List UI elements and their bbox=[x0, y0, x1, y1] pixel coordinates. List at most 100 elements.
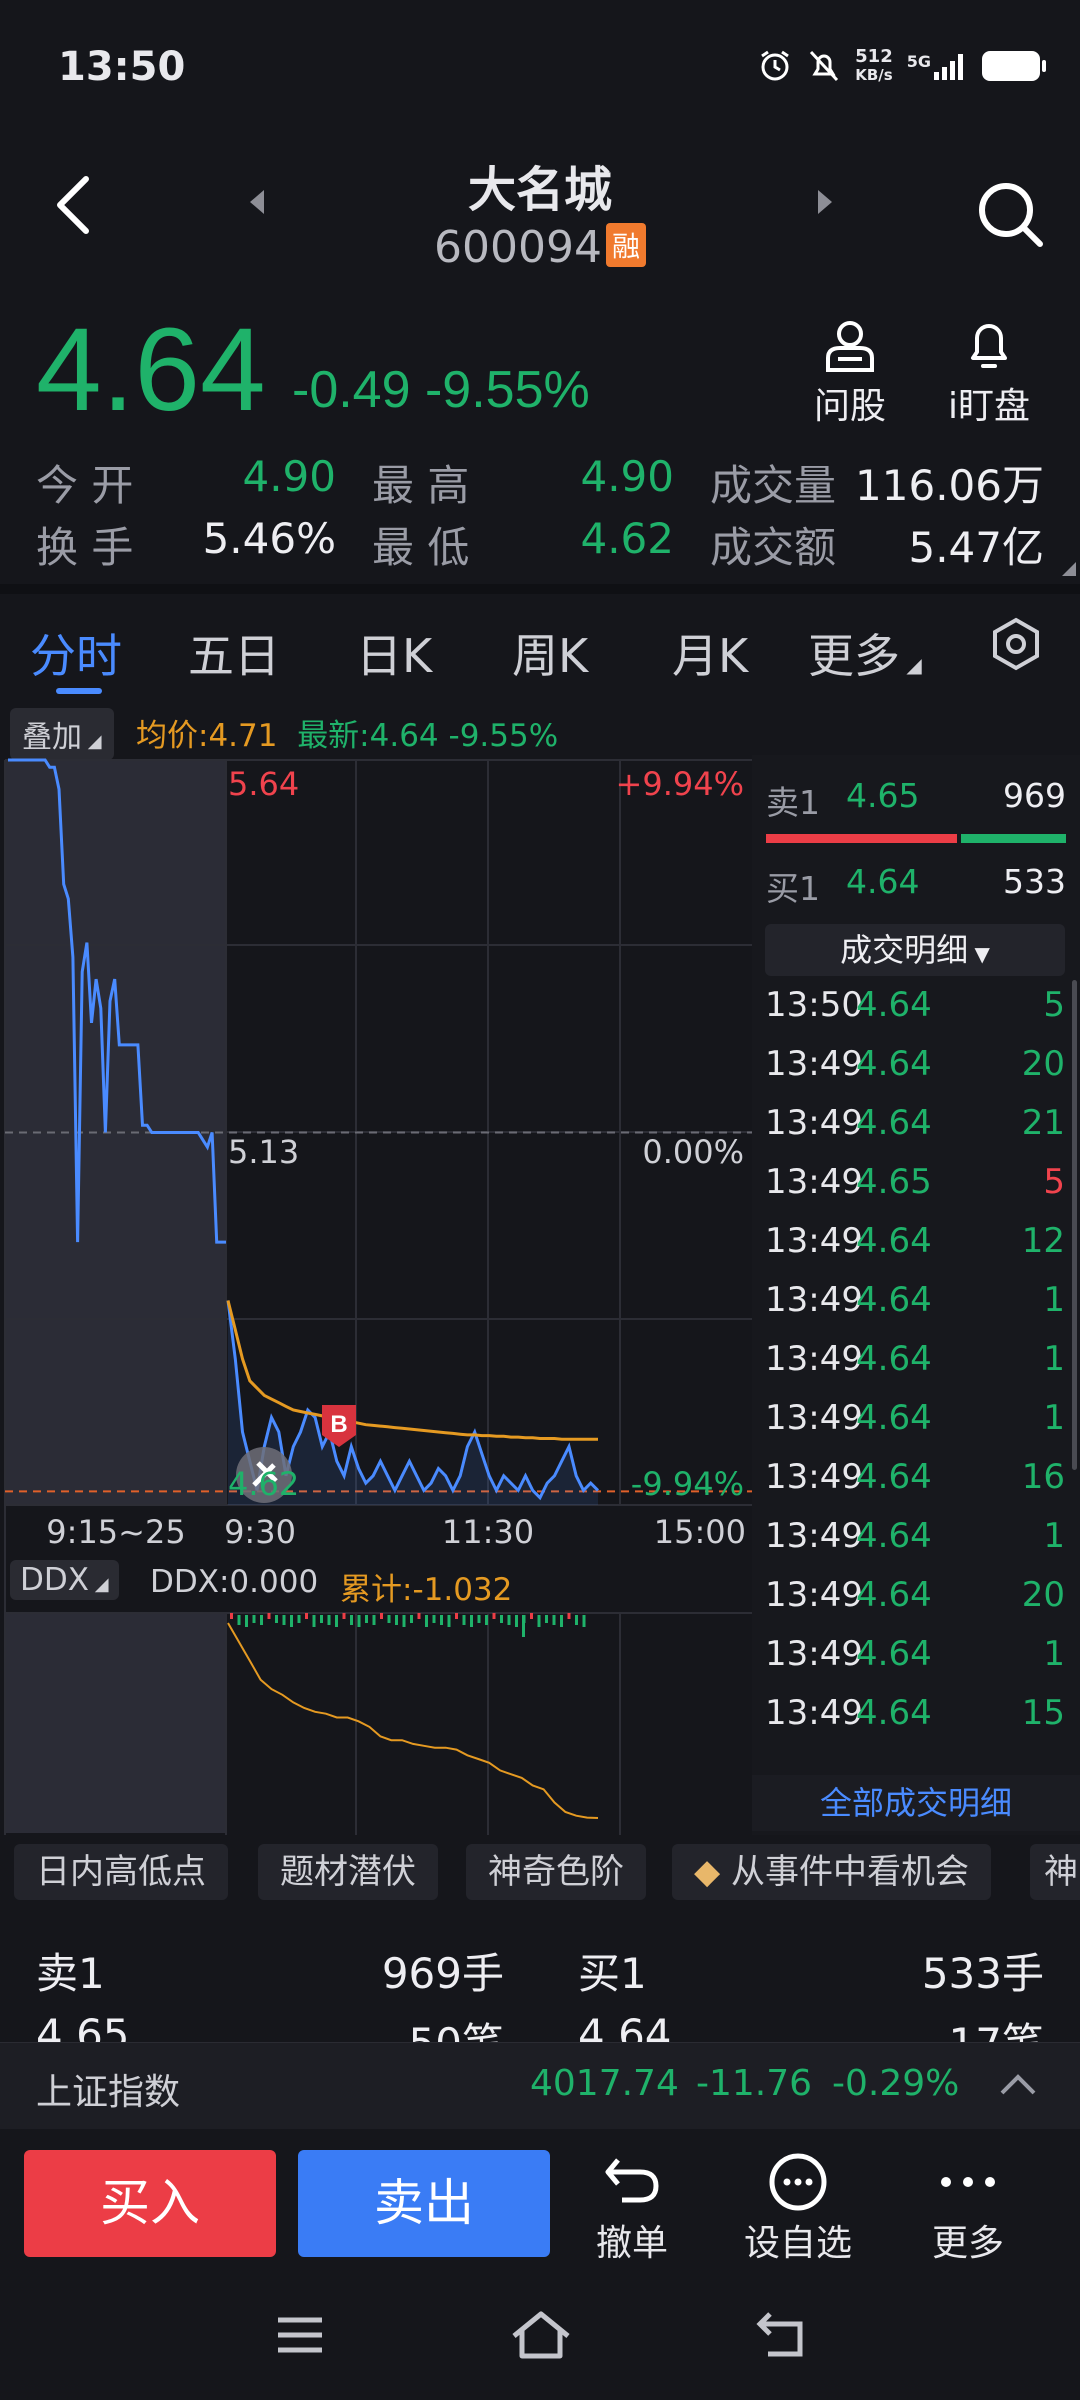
trade-time: 13:49 bbox=[765, 1044, 863, 1084]
tab-daily-k[interactable]: 日K bbox=[356, 620, 432, 686]
ddx-bar bbox=[230, 1613, 233, 1619]
chip-intraday-highs-lows[interactable]: 日内高低点 bbox=[14, 1844, 228, 1900]
trade-volume: 1 bbox=[1043, 1280, 1065, 1320]
trade-time: 13:49 bbox=[765, 1221, 863, 1261]
ddx-bar bbox=[455, 1613, 458, 1619]
overlay-button[interactable]: 叠加 ◢ bbox=[10, 708, 114, 760]
home-icon[interactable] bbox=[510, 2310, 572, 2360]
index-change: -11.76 bbox=[696, 2063, 813, 2104]
trade-detail-dropdown[interactable]: 成交明细 ▼ bbox=[765, 924, 1065, 976]
ddx-bar bbox=[282, 1615, 286, 1625]
divider bbox=[0, 584, 1080, 594]
trade-volume: 5 bbox=[1043, 1162, 1065, 1202]
dots-circle-icon bbox=[769, 2153, 827, 2211]
avg-price-legend: 均价:4.71 bbox=[136, 718, 278, 754]
trade-row: 13:49 4.64 15 bbox=[765, 1684, 1065, 1743]
next-stock-arrow-icon[interactable] bbox=[818, 190, 832, 214]
menu-icon[interactable] bbox=[274, 2310, 326, 2360]
signal-icon bbox=[934, 54, 963, 80]
open-label: 今 开 bbox=[36, 461, 134, 510]
ddx-bar bbox=[365, 1615, 368, 1623]
tab-more[interactable]: 更多 ◢ bbox=[808, 620, 922, 686]
change-value: -0.49 bbox=[292, 361, 411, 419]
ddx-bar bbox=[507, 1615, 511, 1625]
undo-icon bbox=[605, 2158, 659, 2203]
trade-row: 13:49 4.65 5 bbox=[765, 1153, 1065, 1212]
cancel-order-button[interactable]: 撤单 bbox=[562, 2150, 702, 2266]
stock-code-row: 600094 融 bbox=[0, 222, 1080, 273]
status-time: 13:50 bbox=[58, 44, 186, 90]
trade-row: 13:49 4.64 20 bbox=[765, 1566, 1065, 1625]
chevron-up-icon[interactable] bbox=[998, 2071, 1038, 2097]
chip-events-opportunity[interactable]: ◆ 从事件中看机会 bbox=[672, 1844, 991, 1900]
ask-stock-button[interactable]: 问股 bbox=[800, 315, 900, 429]
open-value: 4.90 bbox=[242, 452, 336, 501]
ddx-bar bbox=[485, 1615, 488, 1625]
bottom-buy1-volume: 533手 bbox=[921, 1949, 1044, 1998]
chart-tabs: 分时 五日 日K 周K 月K 更多 ◢ bbox=[0, 617, 1080, 700]
chip-theme-ambush[interactable]: 题材潜伏 bbox=[258, 1844, 438, 1900]
ddx-bar bbox=[552, 1615, 556, 1625]
bottom-sell1-count: 50笔 bbox=[340, 2010, 504, 2042]
stock-name: 大名城 bbox=[467, 162, 612, 218]
trade-price: 4.64 bbox=[856, 1634, 932, 1674]
all-trades-link[interactable]: 全部成交明细 bbox=[752, 1775, 1080, 1831]
back-nav-icon[interactable] bbox=[754, 2310, 808, 2360]
pct-label-bottom: -9.94% bbox=[631, 1465, 744, 1503]
pct-label-mid: 0.00% bbox=[642, 1133, 744, 1171]
settings-hex-icon[interactable] bbox=[988, 616, 1044, 672]
more-button[interactable]: 更多 bbox=[898, 2150, 1038, 2266]
add-watchlist-button[interactable]: 设自选 bbox=[728, 2150, 868, 2266]
price-change: -0.49 -9.55% bbox=[292, 360, 590, 420]
ddx-bar bbox=[260, 1615, 263, 1625]
ddx-bar bbox=[380, 1613, 383, 1619]
ddx-bar bbox=[335, 1615, 338, 1627]
index-bar[interactable]: 上证指数 4017.74 -11.76 -0.29% bbox=[0, 2042, 1080, 2129]
sell1-price: 4.65 bbox=[846, 776, 920, 815]
net-speed: 512 KB/s bbox=[855, 48, 893, 85]
expand-corner-icon[interactable] bbox=[1062, 562, 1076, 576]
tab-weekly-k[interactable]: 周K bbox=[512, 620, 588, 686]
tab-intraday[interactable]: 分时 bbox=[30, 620, 122, 686]
auction-area-ddx bbox=[5, 1613, 225, 1833]
trade-time: 13:49 bbox=[765, 1516, 863, 1556]
x-label-auction: 9:15~25 bbox=[46, 1513, 185, 1551]
ddx-bar bbox=[515, 1615, 518, 1627]
sell1-label: 卖1 bbox=[766, 783, 820, 822]
trade-price: 4.64 bbox=[856, 1044, 932, 1084]
ddx-bar bbox=[492, 1613, 496, 1619]
trade-price: 4.64 bbox=[856, 1575, 932, 1615]
trade-list-scrollbar[interactable] bbox=[1072, 980, 1077, 1470]
y-label-mid: 5.13 bbox=[228, 1133, 299, 1171]
ddx-bar bbox=[372, 1615, 376, 1625]
ddx-bar bbox=[267, 1613, 271, 1619]
more-dots-icon bbox=[941, 2177, 995, 2187]
buy-button[interactable]: 买入 bbox=[24, 2150, 276, 2257]
turnover-label: 换 手 bbox=[36, 523, 134, 572]
bottom-sell1-label: 卖1 bbox=[36, 1949, 105, 1998]
trade-row: 13:49 4.64 12 bbox=[765, 1212, 1065, 1271]
trade-price: 4.64 bbox=[856, 1339, 932, 1379]
alarm-icon bbox=[761, 50, 789, 81]
sell-button[interactable]: 卖出 bbox=[298, 2150, 550, 2257]
trade-row: 13:49 4.64 1 bbox=[765, 1625, 1065, 1684]
ddx-bar bbox=[477, 1615, 481, 1623]
watch-button[interactable]: i盯盘 bbox=[934, 315, 1044, 429]
amount-label: 成交额 bbox=[710, 523, 837, 572]
status-icons: 512 KB/s 5G bbox=[757, 48, 1046, 85]
ddx-cumulative: 累计:-1.032 bbox=[340, 1572, 513, 1608]
trade-time: 13:49 bbox=[765, 1575, 863, 1615]
tab-monthly-k[interactable]: 月K bbox=[672, 620, 748, 686]
index-value: 4017.74 bbox=[530, 2063, 679, 2104]
ddx-bar bbox=[312, 1615, 316, 1627]
ddx-button[interactable]: DDX ◢ bbox=[10, 1560, 119, 1600]
chip-partial[interactable]: 神 bbox=[1030, 1844, 1080, 1900]
tab-five-day[interactable]: 五日 bbox=[188, 620, 280, 686]
trade-price: 4.64 bbox=[856, 1103, 932, 1143]
trade-volume: 1 bbox=[1043, 1339, 1065, 1379]
intraday-chart[interactable]: B 5.64 5.13 4.62 +9.94% 0.00% -9.94% 9:15~25 9:… bbox=[0, 755, 752, 1835]
chip-magic-color[interactable]: 神奇色阶 bbox=[466, 1844, 646, 1900]
search-icon[interactable] bbox=[976, 180, 1046, 250]
trade-detail-label: 成交明细 bbox=[840, 931, 969, 969]
bottom-buy1-label: 买1 bbox=[578, 1949, 647, 1998]
